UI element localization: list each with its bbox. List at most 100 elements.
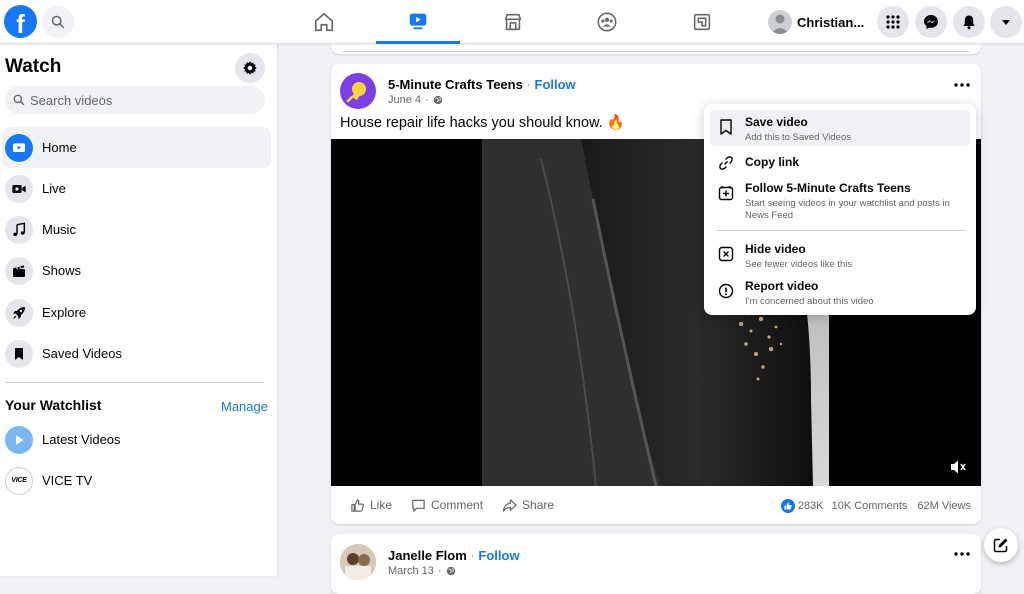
tab-home[interactable]: [282, 0, 366, 44]
alert-circle-icon: [717, 282, 735, 300]
sidebar-item-label: Music: [42, 222, 76, 237]
post-meta: March 13 ·: [388, 565, 456, 577]
comment-count[interactable]: 10K Comments: [832, 500, 908, 512]
post-options-menu: Save video Add this to Saved Videos Copy…: [704, 104, 976, 315]
vice-logo-text: VICE: [11, 477, 27, 484]
rocket-icon: [5, 298, 33, 327]
user-photo: [340, 544, 376, 580]
caret-down-icon: [1002, 20, 1010, 25]
follow-button[interactable]: Follow: [535, 77, 576, 92]
sidebar-item-live[interactable]: Live: [2, 168, 271, 209]
sidebar-item-music[interactable]: Music: [2, 209, 271, 250]
tab-gaming[interactable]: [660, 0, 744, 44]
watchlist-item-label: Latest Videos: [42, 432, 121, 447]
add-box-icon: [717, 184, 735, 202]
page-avatar[interactable]: [340, 73, 376, 109]
sidebar-item-saved-videos[interactable]: Saved Videos: [2, 333, 271, 374]
more-options-button[interactable]: [950, 75, 974, 95]
menu-item-report-video[interactable]: Report video I'm concerned about this vi…: [710, 274, 970, 310]
lightbulb-icon: [346, 82, 366, 103]
sidebar-item-shows[interactable]: Shows: [2, 250, 271, 291]
post-author[interactable]: 5-Minute Crafts Teens: [388, 77, 523, 92]
sidebar-item-label: Home: [42, 140, 77, 155]
new-message-button[interactable]: [984, 528, 1018, 562]
clapperboard-icon: [5, 256, 33, 285]
messenger-button[interactable]: [915, 6, 947, 38]
menu-item-subtitle: See fewer videos like this: [745, 259, 853, 270]
view-count: 62M Views: [917, 500, 971, 512]
menu-item-follow-page[interactable]: Follow 5-Minute Crafts Teens Start seein…: [710, 176, 970, 224]
like-reaction-icon: [780, 499, 795, 513]
link-icon: [717, 154, 735, 172]
post-meta: June 4 ·: [388, 94, 443, 106]
menu-item-title: Report video: [745, 279, 819, 293]
home-icon: [314, 12, 334, 32]
separator-dot: ·: [470, 549, 475, 562]
sidebar-item-label: Shows: [42, 263, 82, 278]
bookmark-icon: [5, 339, 33, 368]
settings-button[interactable]: [235, 53, 265, 83]
volume-muted-icon: [951, 460, 966, 474]
menu-item-save-video[interactable]: Save video Add this to Saved Videos: [710, 110, 970, 146]
menu-item-copy-link[interactable]: Copy link: [710, 150, 970, 174]
share-button[interactable]: Share: [502, 498, 554, 513]
watchlist-item-latest-videos[interactable]: Latest Videos: [2, 419, 271, 460]
mute-button[interactable]: [949, 459, 967, 480]
separator-dot: ·: [425, 94, 429, 106]
separator-dot: ·: [526, 78, 531, 91]
post-author-avatar[interactable]: [340, 544, 376, 580]
reaction-count[interactable]: 283K: [798, 500, 824, 512]
search-button[interactable]: [42, 6, 74, 38]
post-caption: House repair life hacks you should know.…: [340, 115, 625, 131]
tab-groups[interactable]: [565, 0, 649, 44]
play-circle-icon: [5, 425, 33, 454]
sidebar-item-explore[interactable]: Explore: [2, 292, 271, 333]
menu-item-hide-video[interactable]: Hide video See fewer videos like this: [710, 237, 970, 273]
previous-post-edge: [331, 44, 981, 54]
search-videos-field[interactable]: [5, 86, 265, 114]
account-button[interactable]: [990, 6, 1022, 38]
menu-item-title: Copy link: [745, 155, 800, 169]
page-title: Watch: [5, 56, 62, 77]
like-button[interactable]: Like: [350, 498, 392, 513]
post-author[interactable]: Janelle Flom: [388, 548, 467, 563]
post-header: Janelle Flom · Follow: [388, 548, 520, 563]
menu-button[interactable]: [877, 6, 909, 38]
watch-sidebar: Watch Home Live Music Shows Explore: [0, 44, 277, 576]
tab-marketplace[interactable]: [471, 0, 555, 44]
globe-icon: [433, 95, 442, 105]
sidebar-item-home[interactable]: Home: [2, 127, 271, 168]
share-icon: [502, 498, 517, 512]
post-date[interactable]: June 4: [388, 94, 421, 106]
search-videos-input[interactable]: [30, 92, 250, 108]
more-horizontal-icon: [954, 552, 970, 556]
follow-button[interactable]: Follow: [478, 548, 519, 563]
top-navigation-bar: f Christian...: [0, 0, 1024, 44]
facebook-logo[interactable]: f: [4, 5, 37, 38]
groups-icon: [597, 12, 617, 32]
globe-icon: [446, 566, 455, 576]
post-date[interactable]: March 13: [388, 565, 434, 577]
comment-label: Comment: [431, 498, 484, 512]
profile-button[interactable]: Christian...: [766, 7, 870, 37]
menu-item-title: Follow 5-Minute Crafts Teens: [745, 181, 911, 195]
comment-button[interactable]: Comment: [411, 498, 483, 513]
messenger-icon: [924, 15, 938, 29]
like-label: Like: [370, 498, 393, 512]
more-options-button[interactable]: [950, 544, 974, 564]
music-note-icon: [5, 215, 33, 244]
tab-watch[interactable]: [376, 0, 460, 44]
gear-icon: [243, 61, 257, 75]
comment-icon: [412, 499, 425, 512]
notifications-button[interactable]: [953, 6, 985, 38]
menu-item-subtitle: Start seeing videos in your watchlist an…: [745, 198, 950, 221]
watchlist-item-vice-tv[interactable]: VICE VICE TV: [2, 460, 271, 501]
manage-watchlist-link[interactable]: Manage: [221, 399, 268, 414]
menu-item-subtitle: Add this to Saved Videos: [745, 132, 851, 143]
more-horizontal-icon: [954, 83, 970, 87]
sidebar-divider: [5, 382, 264, 383]
watch-home-icon: [5, 133, 33, 162]
separator-dot: ·: [437, 565, 442, 577]
live-video-icon: [5, 174, 33, 203]
grid-menu-icon: [886, 15, 900, 29]
